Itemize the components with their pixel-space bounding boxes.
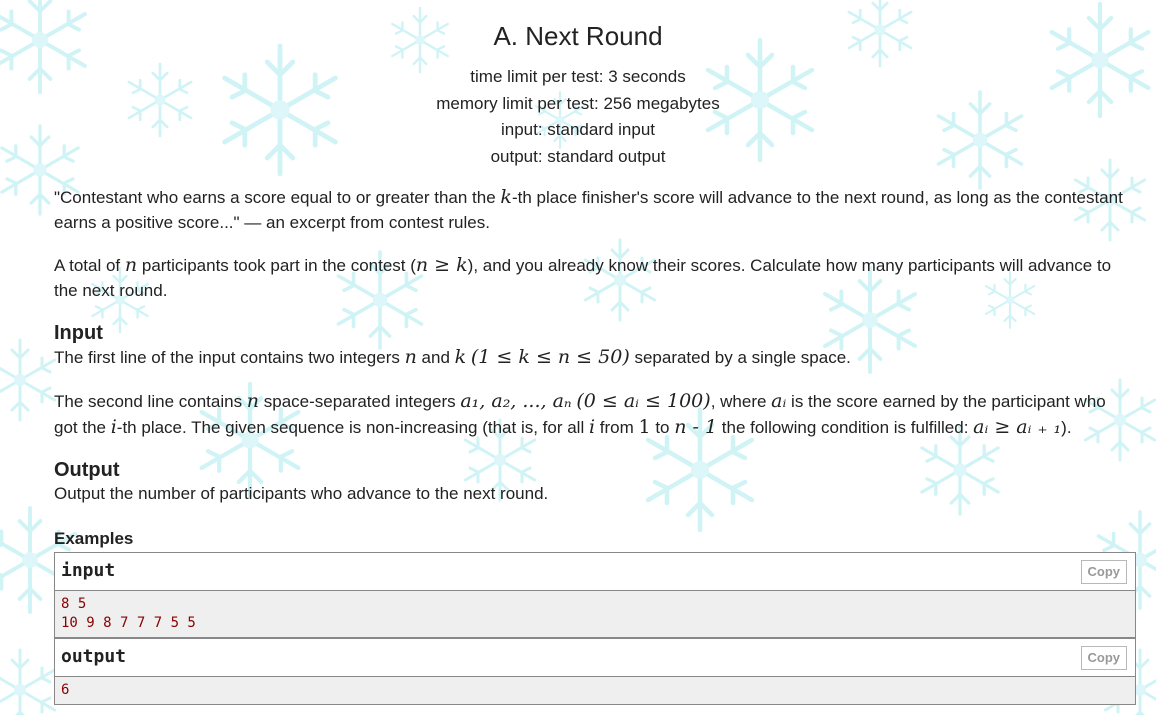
examples-heading: Examples xyxy=(54,529,134,548)
input-line-2: The second line contains n space-separat… xyxy=(54,390,1106,438)
input-heading: Input xyxy=(54,322,103,344)
sample-output-content: 6 xyxy=(55,677,1135,704)
legend-paragraph-1: "Contestant who earns a score equal to o… xyxy=(54,186,1123,232)
output-text: Output the number of participants who ad… xyxy=(54,484,549,503)
sample-output-label: output xyxy=(61,646,127,667)
input-specification-2: The second line contains n space-separat… xyxy=(54,389,1134,440)
examples-section: Examples xyxy=(54,528,1134,550)
output-specification: Output Output the number of participants… xyxy=(54,458,1134,507)
copy-input-button[interactable]: Copy xyxy=(1080,560,1127,584)
problem-title: A. Next Round xyxy=(493,21,663,51)
sample-input-content: 8 5 10 9 8 7 7 7 5 5 xyxy=(55,591,1135,637)
time-limit: time limit per test: 3 seconds xyxy=(470,67,686,86)
copy-output-button[interactable]: Copy xyxy=(1080,646,1127,670)
sample-input-label: input xyxy=(61,560,116,581)
memory-limit: memory limit per test: 256 megabytes xyxy=(436,93,720,113)
sample-input-header: input Copy xyxy=(55,553,1135,591)
input-line-1: The first line of the input contains two… xyxy=(54,346,851,368)
sample-input: input Copy 8 5 10 9 8 7 7 7 5 5 xyxy=(54,552,1136,638)
input-file: input: standard input xyxy=(500,120,656,139)
problem-header: A. Next Round time limit per test: 3 sec… xyxy=(0,0,1156,170)
input-specification: Input The first line of the input contai… xyxy=(54,321,1134,371)
legend-paragraph-2: A total of n participants took part in t… xyxy=(54,254,1112,300)
sample-output: output Copy 6 xyxy=(54,638,1136,705)
output-heading: Output xyxy=(54,459,120,481)
sample-output-header: output Copy xyxy=(55,639,1135,677)
problem-statement: A. Next Round time limit per test: 3 sec… xyxy=(0,0,1156,715)
output-file: output: standard output xyxy=(490,146,666,166)
